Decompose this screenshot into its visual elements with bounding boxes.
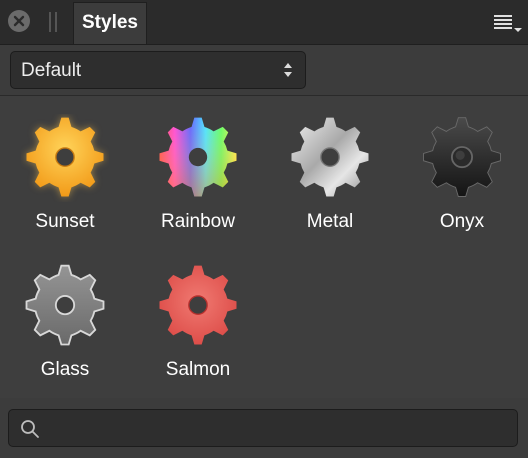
- style-label: Rainbow: [161, 211, 235, 232]
- style-swatch-salmon[interactable]: Salmon: [143, 244, 253, 384]
- panel-menu-icon[interactable]: [494, 12, 524, 34]
- search-icon: [21, 420, 39, 438]
- style-label: Metal: [306, 211, 354, 232]
- gear-rainbow-icon: [159, 117, 237, 197]
- gear-salmon-icon: [159, 265, 237, 345]
- close-icon[interactable]: [8, 10, 30, 32]
- stepper-arrows-icon: [284, 63, 292, 77]
- style-label: Salmon: [165, 359, 231, 380]
- search-row: [0, 398, 528, 458]
- gear-metal-icon: [291, 117, 369, 197]
- style-swatch-onyx[interactable]: Onyx: [407, 96, 517, 236]
- style-grid: Sunset Rainbow Metal Onyx Glass Salmon: [0, 96, 528, 398]
- style-label: Onyx: [439, 211, 485, 232]
- panel-tab-bar: Styles: [0, 0, 528, 45]
- tab-label: Styles: [82, 12, 138, 33]
- gear-onyx-icon: [423, 117, 501, 197]
- category-selected-value: Default: [21, 60, 82, 81]
- drag-handle[interactable]: [49, 12, 57, 32]
- category-dropdown[interactable]: Default: [10, 51, 306, 89]
- gear-glass-icon: [25, 264, 105, 346]
- style-label: Sunset: [35, 211, 95, 232]
- style-label: Glass: [40, 359, 90, 380]
- style-swatch-sunset[interactable]: Sunset: [10, 96, 120, 236]
- category-row: Default: [0, 45, 528, 96]
- style-swatch-metal[interactable]: Metal: [275, 96, 385, 236]
- style-swatch-glass[interactable]: Glass: [10, 244, 120, 384]
- style-swatch-rainbow[interactable]: Rainbow: [143, 96, 253, 236]
- styles-panel: Styles Default Sunset Rainbow Metal Onyx…: [0, 0, 528, 458]
- tab-styles[interactable]: Styles: [73, 2, 147, 44]
- search-input[interactable]: [8, 409, 518, 447]
- gear-sunset-icon: [26, 117, 104, 197]
